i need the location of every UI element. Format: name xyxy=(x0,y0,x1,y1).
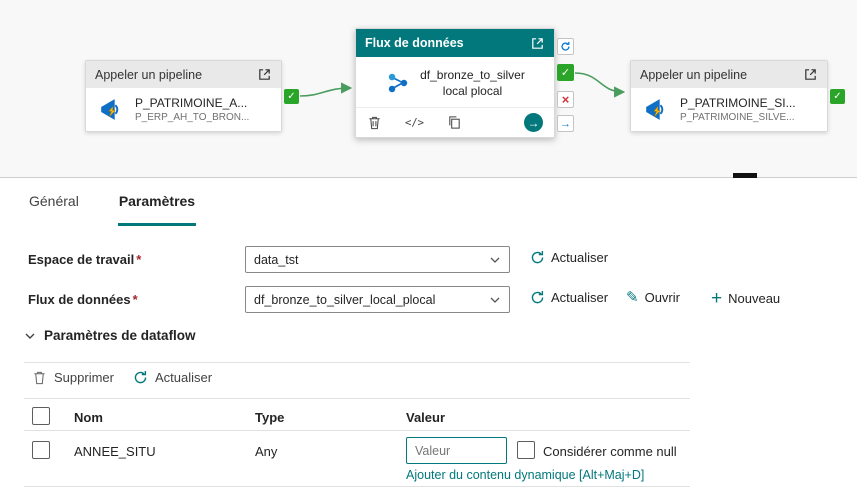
dataflow-icon xyxy=(385,70,411,96)
check-icon: ✓ xyxy=(287,91,296,102)
divider xyxy=(24,430,690,431)
pipeline-editor: Appeler un pipeline P_PATRIMOINE_A... P_… xyxy=(0,0,857,488)
check-icon: ✓ xyxy=(833,91,842,102)
node-subtitle: P_PATRIMOINE_SILVE... xyxy=(680,112,795,123)
dataflow-refresh-button[interactable]: Actualiser xyxy=(530,290,608,305)
execute-pipeline-icon xyxy=(641,96,671,123)
column-header-nom: Nom xyxy=(74,410,103,425)
skip-arrow-icon xyxy=(561,41,570,51)
open-dataflow-button[interactable]: ✎ Ouvrir xyxy=(626,290,680,305)
node-title: P_PATRIMOINE_SI... xyxy=(680,96,796,110)
new-dataflow-button[interactable]: + Nouveau xyxy=(711,289,780,308)
dataflow-dropdown[interactable]: df_bronze_to_silver_local_plocal xyxy=(245,286,510,313)
node-body: P_PATRIMOINE_A... P_ERP_AH_TO_BRON... xyxy=(86,88,281,131)
activity-node-execute-pipeline-right[interactable]: Appeler un pipeline P_PATRIMOINE_SI... P… xyxy=(630,60,828,132)
workspace-label-text: Espace de travail xyxy=(28,252,135,267)
column-header-type: Type xyxy=(255,410,285,425)
node-body: P_PATRIMOINE_SI... P_PATRIMOINE_SILVE... xyxy=(631,88,827,131)
validation-success-badge: ✓ xyxy=(284,89,299,104)
port-on-fail[interactable]: × xyxy=(557,91,574,108)
clone-activity-icon[interactable] xyxy=(447,115,462,130)
divider xyxy=(24,398,690,399)
open-in-new-icon[interactable] xyxy=(257,67,272,82)
node-header-label: Appeler un pipeline xyxy=(95,67,203,82)
navigate-to-dataflow-button[interactable]: → xyxy=(524,113,543,133)
select-all-checkbox[interactable] xyxy=(32,407,50,425)
activity-config-panel: Général Paramètres Espace de travail * da… xyxy=(0,178,857,488)
node-header-label: Flux de données xyxy=(365,36,464,50)
node-subtitle: P_ERP_AH_TO_BRON... xyxy=(135,112,250,123)
activity-node-dataflow[interactable]: Flux de données df_bronze_to_silver loca… xyxy=(355,28,555,139)
parameter-name: ANNEE_SITU xyxy=(74,444,156,459)
refresh-label: Actualiser xyxy=(551,250,609,265)
refresh-label: Actualiser xyxy=(551,290,609,305)
new-label: Nouveau xyxy=(728,291,781,306)
node-header: Appeler un pipeline xyxy=(631,61,827,88)
workspace-refresh-button[interactable]: Actualiser xyxy=(530,250,608,265)
validation-success-badge: ✓ xyxy=(830,89,845,104)
node-title-line2: local plocal xyxy=(442,84,503,99)
add-dynamic-content-link[interactable]: Ajouter du contenu dynamique [Alt+Maj+D] xyxy=(406,468,644,482)
parameter-type: Any xyxy=(255,444,278,459)
node-title: df_bronze_to_silver local plocal xyxy=(420,67,525,99)
arrow-right-icon: → xyxy=(527,115,540,130)
refresh-icon xyxy=(133,370,148,385)
divider xyxy=(24,362,690,363)
execute-pipeline-icon xyxy=(96,96,126,123)
row-checkbox[interactable] xyxy=(32,441,50,459)
open-in-new-icon[interactable] xyxy=(530,36,545,51)
column-header-valeur: Valeur xyxy=(406,410,446,425)
delete-activity-icon[interactable] xyxy=(367,115,382,130)
plus-icon: + xyxy=(711,288,723,309)
divider xyxy=(24,486,690,487)
dataflow-label: Flux de données * xyxy=(28,292,138,307)
chevron-down-icon xyxy=(25,333,35,339)
port-on-success[interactable]: ✓ xyxy=(557,64,574,81)
port-on-skip[interactable] xyxy=(557,38,574,55)
open-label: Ouvrir xyxy=(644,290,680,305)
refresh-icon xyxy=(530,290,545,305)
node-body: df_bronze_to_silver local plocal xyxy=(356,57,554,108)
cross-icon: × xyxy=(561,92,570,107)
consider-null-label: Considérer comme null xyxy=(543,444,677,459)
node-text: P_PATRIMOINE_SI... P_PATRIMOINE_SILVE... xyxy=(680,96,796,123)
refresh-parameters-button[interactable]: Actualiser xyxy=(133,370,212,385)
refresh-label: Actualiser xyxy=(155,370,213,385)
check-icon: ✓ xyxy=(560,67,571,79)
node-header: Flux de données xyxy=(356,29,554,57)
tab-parametres[interactable]: Paramètres xyxy=(117,178,197,226)
node-header-label: Appeler un pipeline xyxy=(640,67,748,82)
node-text: P_PATRIMOINE_A... P_ERP_AH_TO_BRON... xyxy=(135,96,249,123)
node-header: Appeler un pipeline xyxy=(86,61,281,88)
open-in-new-icon[interactable] xyxy=(803,67,818,82)
delete-parameter-button[interactable]: Supprimer xyxy=(32,370,114,385)
workspace-dropdown-value: data_tst xyxy=(254,252,299,267)
pipeline-canvas[interactable]: Appeler un pipeline P_PATRIMOINE_A... P_… xyxy=(0,0,857,178)
refresh-icon xyxy=(530,250,545,265)
dataflow-label-text: Flux de données xyxy=(28,292,131,307)
required-asterisk: * xyxy=(132,292,138,307)
consider-null-checkbox[interactable] xyxy=(517,441,535,459)
activity-node-execute-pipeline-left[interactable]: Appeler un pipeline P_PATRIMOINE_A... P_… xyxy=(85,60,282,132)
dataflow-parameters-section-toggle[interactable]: Paramètres de dataflow xyxy=(24,328,196,343)
chevron-down-icon xyxy=(489,294,501,306)
node-title-line1: df_bronze_to_silver xyxy=(420,68,525,82)
section-title: Paramètres de dataflow xyxy=(44,328,196,343)
node-toolbar: </> → xyxy=(356,107,554,138)
workspace-dropdown[interactable]: data_tst xyxy=(245,246,510,273)
arrow-right-icon: → xyxy=(560,117,571,130)
delete-label: Supprimer xyxy=(54,370,114,385)
node-title: P_PATRIMOINE_A... xyxy=(135,96,248,110)
required-asterisk: * xyxy=(136,252,142,267)
workspace-label: Espace de travail * xyxy=(28,252,141,267)
parameter-value-input[interactable] xyxy=(406,437,507,464)
chevron-down-icon xyxy=(489,254,501,266)
trash-icon xyxy=(32,370,47,385)
code-view-icon[interactable]: </> xyxy=(405,117,424,129)
tab-general[interactable]: Général xyxy=(28,178,80,226)
pencil-icon: ✎ xyxy=(626,289,639,306)
panel-tabs: Général Paramètres xyxy=(28,178,197,226)
dataflow-dropdown-value: df_bronze_to_silver_local_plocal xyxy=(254,292,436,307)
port-on-completion[interactable]: → xyxy=(557,115,574,132)
